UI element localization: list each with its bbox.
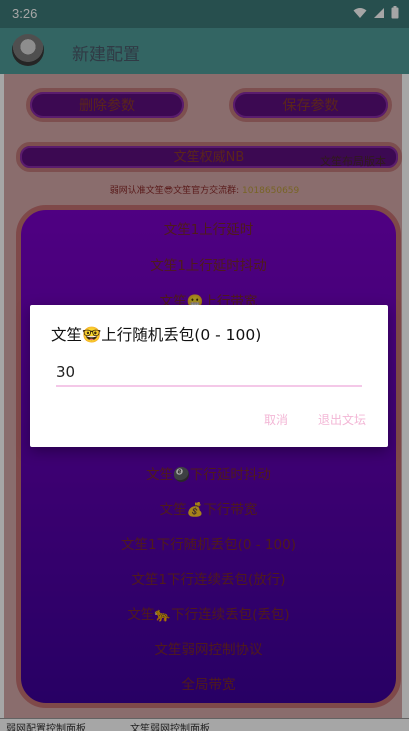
input-dialog: 文笙🤓上行随机丢包(0 - 100) 取消 退出文坛	[30, 305, 388, 447]
dialog-actions: 取消 退出文坛	[264, 411, 366, 428]
cancel-button[interactable]: 取消	[264, 411, 288, 428]
dialog-title: 文笙🤓上行随机丢包(0 - 100)	[51, 326, 262, 344]
packet-loss-input[interactable]	[56, 359, 362, 387]
exit-button[interactable]: 退出文坛	[318, 411, 366, 428]
